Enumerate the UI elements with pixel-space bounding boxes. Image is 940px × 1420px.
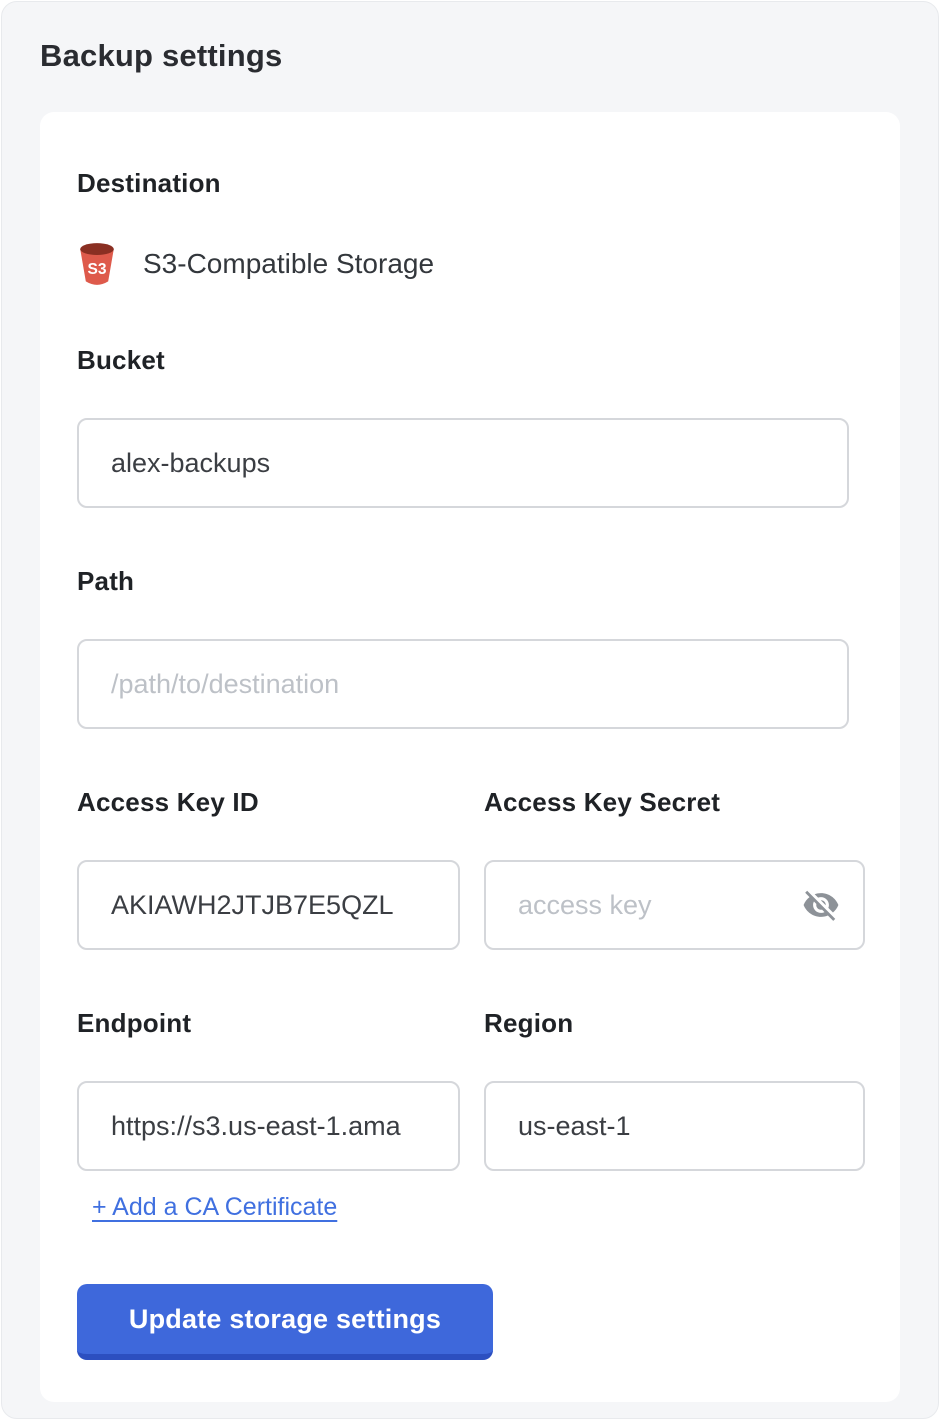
access-key-id-group: Access Key ID: [77, 787, 460, 950]
backup-settings-card: Destination S3 S3-Compatible Storage Buc…: [40, 112, 900, 1402]
svg-text:S3: S3: [88, 261, 107, 278]
region-group: Region: [484, 1008, 865, 1171]
destination-value: S3-Compatible Storage: [143, 248, 434, 280]
path-label: Path: [77, 566, 863, 597]
s3-bucket-icon: S3: [77, 241, 117, 287]
bucket-group: Bucket: [77, 345, 863, 508]
path-input[interactable]: [77, 639, 849, 729]
backup-settings-page: Backup settings Destination S3 S3-Compat…: [1, 1, 939, 1419]
update-storage-settings-button[interactable]: Update storage settings: [77, 1284, 493, 1360]
access-key-secret-label: Access Key Secret: [484, 787, 865, 818]
eye-off-icon: [802, 886, 840, 924]
endpoint-label: Endpoint: [77, 1008, 460, 1039]
endpoint-region-row: Endpoint Region: [77, 1008, 863, 1171]
access-key-secret-field: [484, 860, 865, 950]
region-input[interactable]: [484, 1081, 865, 1171]
toggle-secret-visibility-button[interactable]: [799, 883, 843, 927]
path-group: Path: [77, 566, 863, 729]
region-label: Region: [484, 1008, 865, 1039]
destination-label: Destination: [77, 168, 863, 199]
page-title: Backup settings: [40, 2, 900, 74]
endpoint-group: Endpoint: [77, 1008, 460, 1171]
add-ca-certificate-link[interactable]: + Add a CA Certificate: [92, 1193, 337, 1222]
access-keys-row: Access Key ID Access Key Secret: [77, 787, 863, 950]
access-key-id-input[interactable]: [77, 860, 460, 950]
access-key-secret-group: Access Key Secret: [484, 787, 865, 950]
destination-group: Destination S3 S3-Compatible Storage: [77, 168, 863, 287]
endpoint-input[interactable]: [77, 1081, 460, 1171]
bucket-input[interactable]: [77, 418, 849, 508]
destination-value-row: S3 S3-Compatible Storage: [77, 241, 863, 287]
access-key-id-label: Access Key ID: [77, 787, 460, 818]
bucket-label: Bucket: [77, 345, 863, 376]
